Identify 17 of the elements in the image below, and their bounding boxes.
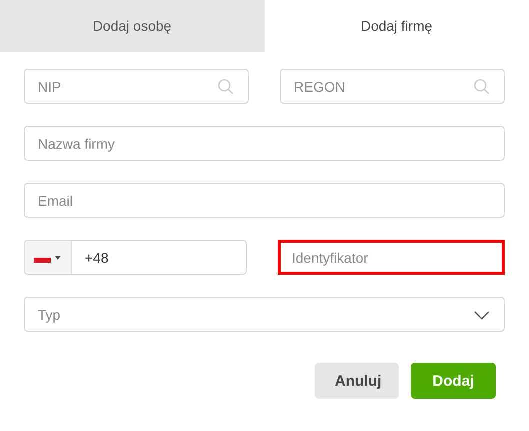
input-field[interactable]: Identyfikator [278, 240, 505, 275]
phone-input[interactable]: +48 [72, 250, 246, 266]
text-input[interactable]: Nazwa firmy [25, 136, 504, 152]
country-picker[interactable] [25, 241, 72, 274]
phone-field[interactable]: +48 [24, 240, 247, 275]
select-field[interactable]: Typ [24, 297, 505, 332]
search-field[interactable]: NIP [24, 69, 249, 104]
search-icon [218, 78, 234, 94]
text-input[interactable]: Identyfikator [281, 250, 502, 266]
cancel-button[interactable]: Anuluj [315, 363, 399, 399]
search-field[interactable]: REGON [280, 69, 505, 104]
search-input[interactable]: REGON [281, 78, 474, 94]
search-input[interactable]: NIP [25, 78, 218, 94]
text-input[interactable]: Email [25, 192, 504, 208]
search-icon [474, 78, 490, 94]
tab[interactable]: Dodaj osobę [0, 0, 264, 52]
caret-icon [55, 256, 61, 260]
